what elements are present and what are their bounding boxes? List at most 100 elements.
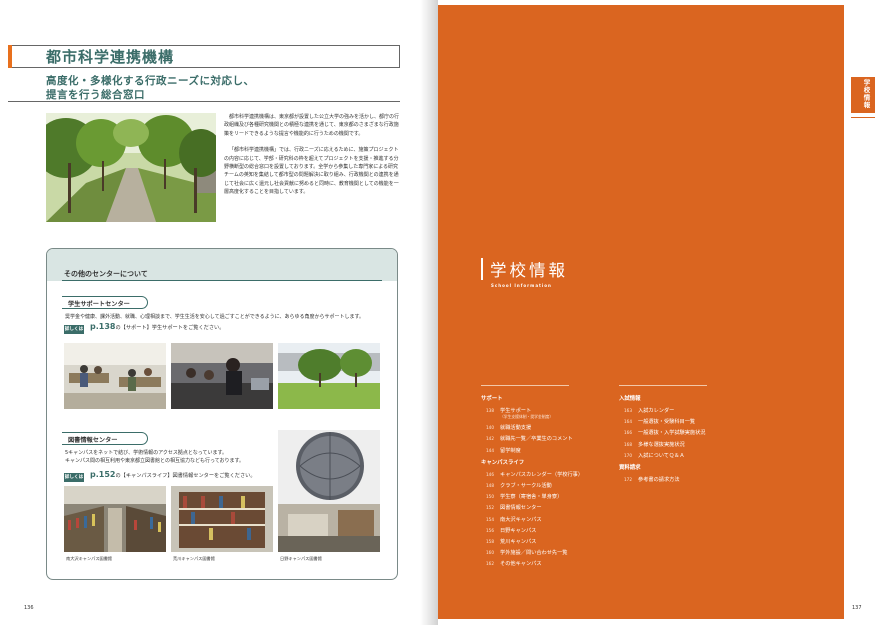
toc-item-page: 156: [486, 527, 494, 533]
toc-item[interactable]: 170 入試についてＱ＆Ａ: [624, 452, 685, 459]
toc-item-label: 一般選抜・受験科目一覧: [638, 419, 696, 426]
toc-item-label: 入試カレンダー: [638, 408, 675, 414]
student-support-text: 奨学金や健康、課外活動、就職、心理相談まで、学生生活を安心して過ごすことができる…: [65, 314, 364, 320]
other-centers-rule: [62, 280, 382, 281]
library-center-label: 図書情報センター: [68, 437, 118, 444]
library-see-reference: p.152の【キャンパスライフ】図書情報センターをご覧ください。: [90, 470, 256, 479]
support-see-reference: p.138の【サポート】学生サポートをご覧ください。: [90, 322, 224, 331]
right-page-number: 137: [852, 605, 862, 611]
intro-paragraph-2: 「都市科学連携機構」では、行政ニーズに応えるために、施策プロジェクトの内容に応じ…: [224, 147, 399, 196]
toc-heading: サポート: [481, 396, 503, 402]
toc-item-page: 138: [486, 408, 494, 413]
toc-item-label: 就職活動支援: [500, 425, 532, 432]
section-title-english: School Information: [491, 283, 552, 288]
toc-item[interactable]: 146 キャンパスカレンダー（学校行事）: [486, 471, 583, 478]
toc-item-label: キャンパスカレンダー（学校行事）: [500, 471, 584, 478]
toc-item[interactable]: 138 学生サポート: [486, 407, 531, 414]
toc-item-label: 南大沢キャンパス: [500, 516, 542, 523]
side-index-tab-label: 学校情報: [862, 79, 870, 109]
toc-item-label: 多様な選抜実施状況: [638, 441, 685, 448]
toc-heading: 入試情報: [619, 396, 641, 402]
subtitle-line-1: 高度化・多様化する行政ニーズに対応し、: [46, 75, 255, 87]
toc-item-page: 150: [486, 494, 494, 500]
toc-item-label: 図書情報センター: [500, 505, 542, 512]
left-page-number: 136: [24, 605, 34, 611]
toc-item-label: 荒川キャンパス: [500, 539, 537, 545]
page-title: 都市科学連携機構: [46, 48, 175, 66]
toc-item[interactable]: 156 日野キャンパス: [486, 527, 536, 534]
toc-item-label: 留学制度: [500, 447, 521, 454]
toc-item-label: 就職先一覧／卒業生のコメント: [500, 436, 573, 443]
toc-item-page: 146: [486, 471, 494, 477]
support-see-page: p.138: [90, 322, 116, 331]
toc-item-label: 日野キャンパス: [500, 527, 537, 534]
side-index-tab-rule: [851, 117, 875, 118]
toc-item[interactable]: 172 参考書の請求方法: [624, 476, 680, 483]
toc-item-page: 164: [624, 419, 632, 425]
toc-item[interactable]: 158 荒川キャンパス: [486, 538, 536, 545]
toc-item-page: 168: [624, 441, 632, 447]
library-photo-minami-osawa: [64, 486, 166, 552]
toc-item-label: その他キャンパス: [500, 561, 542, 568]
support-see-label: 詳しくは: [64, 325, 84, 334]
toc-item-page: 160: [486, 550, 494, 556]
toc-item-label: 学外施設／問い合わせ先一覧: [500, 550, 568, 557]
toc-item-page: 152: [486, 505, 494, 511]
toc-item-subtitle: （学生支援体制・奨学金制度）: [500, 414, 554, 419]
toc-item-page: 154: [486, 516, 494, 522]
title-accent-bar: [8, 45, 12, 68]
toc-item[interactable]: 140 就職活動支援: [486, 424, 531, 431]
toc-item[interactable]: 168 多様な選抜実施状況: [624, 441, 685, 448]
toc-item[interactable]: 148 クラブ・サークル活動: [486, 482, 552, 489]
toc-item-page: 140: [486, 425, 494, 431]
library-text-line-1: 5キャンパスをネットで結び、学術情報のアクセス拠点となっています。: [65, 450, 228, 456]
library-see-page: p.152: [90, 470, 116, 479]
subtitle-line-2: 提言を行う総合窓口: [46, 89, 145, 101]
header-rule: [8, 101, 400, 102]
other-centers-title: その他のセンターについて: [64, 270, 148, 278]
library-caption-3: 日野キャンパス図書館: [280, 556, 322, 561]
student-support-label: 学生サポートセンター: [68, 301, 130, 308]
toc-item-label: 入試についてＱ＆Ａ: [638, 452, 685, 459]
toc-item-label: 参考書の請求方法: [638, 477, 680, 483]
toc-item[interactable]: 142 就職先一覧／卒業生のコメント: [486, 435, 573, 442]
toc-item[interactable]: 163 入試カレンダー: [624, 407, 674, 414]
toc-item-page: 172: [624, 477, 632, 482]
library-caption-2: 荒川キャンパス図書館: [173, 556, 215, 561]
toc-item-page: 163: [624, 408, 632, 413]
support-see-text: の【サポート】学生サポートをご覧ください。: [115, 325, 225, 331]
campus-avenue-photo: [46, 113, 216, 222]
library-photo-hino: [278, 430, 380, 552]
toc-item[interactable]: 164 一般選抜・受験科目一覧: [624, 418, 695, 425]
toc-item-page: 162: [486, 561, 494, 567]
toc-item-page: 148: [486, 483, 494, 488]
section-title-bar: [481, 258, 483, 280]
toc-item-label: クラブ・サークル活動: [500, 483, 552, 489]
library-text-line-2: キャンパス間の相互利用や東京都立図書館との相互協力なども行っております。: [65, 458, 245, 464]
toc-item[interactable]: 160 学外施設／問い合わせ先一覧: [486, 549, 567, 556]
toc-item-page: 142: [486, 436, 494, 442]
toc-item[interactable]: 150 学生寮（寄宿舎・単身寮）: [486, 493, 562, 500]
toc-heading: キャンパスライフ: [481, 459, 525, 466]
toc-item-page: 158: [486, 539, 494, 544]
book-spine-shadow: [420, 0, 438, 625]
toc-item-label: 学生寮（寄宿舎・単身寮）: [500, 494, 563, 501]
toc-item-page: 166: [624, 430, 632, 436]
toc-item[interactable]: 154 南大沢キャンパス: [486, 516, 542, 523]
toc-heading: 資料請求: [619, 465, 641, 471]
support-center-photo-2: [171, 343, 273, 409]
library-caption-1: 南大沢キャンパス図書館: [66, 556, 113, 561]
toc-item[interactable]: 166 一般選抜・入学試験実施状況: [624, 429, 705, 436]
library-see-label: 詳しくは: [64, 473, 84, 482]
intro-paragraph-1: 都市科学連携機構は、東京都が設置した公立大学の強みを活かし、都庁の行政組織及び各…: [224, 114, 400, 137]
toc-right-rule: [619, 385, 707, 386]
toc-item-page: 144: [486, 447, 494, 453]
toc-item[interactable]: 162 その他キャンパス: [486, 560, 542, 567]
support-center-photo-3: [278, 343, 380, 409]
library-see-text: の【キャンパスライフ】図書情報センターをご覧ください。: [115, 473, 256, 479]
toc-item[interactable]: 144 留学制度: [486, 447, 521, 454]
support-center-photo-1: [64, 343, 166, 409]
toc-left-rule: [481, 385, 569, 386]
section-title: 学校情報: [490, 261, 568, 280]
toc-item[interactable]: 152 図書情報センター: [486, 504, 542, 511]
